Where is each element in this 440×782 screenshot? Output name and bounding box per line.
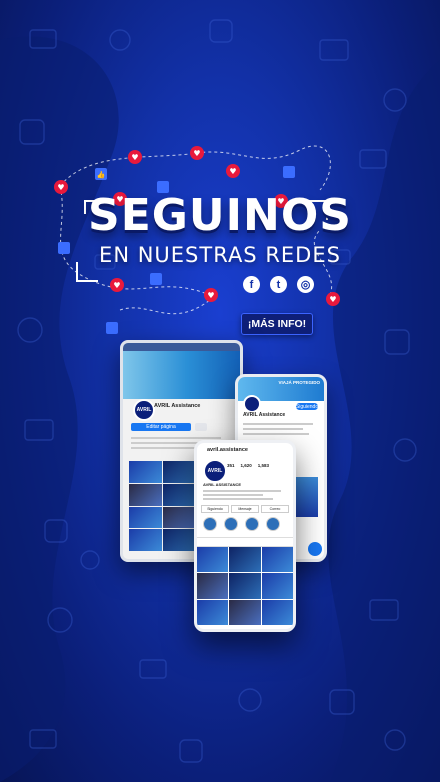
facebook-cover-image [123,351,240,399]
heart-icon: ♥ [128,150,142,164]
divider [131,442,201,444]
story-highlight[interactable] [224,517,238,531]
svg-text:♥: ♥ [207,291,214,300]
instagram-action-buttons: Siguiendo Mensaje Correo [201,505,289,513]
facebook-more-button[interactable] [195,423,207,431]
promo-poster: ♥ ♥ ♥ ♥ ♥ ♥ ♥ ♥ ♥ 👍 SEGUINOS EN NUESTRAS… [0,0,440,782]
divider [131,437,221,439]
twitter-compose-button[interactable] [306,540,324,558]
twitter-avatar [243,395,261,413]
twitter-post-image [294,477,318,517]
story-highlight[interactable] [203,517,217,531]
instagram-avatar: AVRIL [203,459,227,483]
svg-text:♥: ♥ [113,281,120,290]
stat-posts: 351 [227,463,235,468]
stat-followers: 1,620 [240,463,252,468]
message-button[interactable]: Mensaje [231,505,259,513]
twitter-profile-name: AVRIL Assistance [243,412,286,418]
facebook-page-name: AVRIL Assistance [154,403,201,409]
like-icon [106,322,118,334]
like-icon [283,166,295,178]
instagram-username: avril.assistance [207,447,248,453]
svg-text:♥: ♥ [131,153,138,162]
divider [203,494,263,496]
instagram-stats: 351 1,620 1,583 [227,463,269,468]
heart-icon: ♥ [190,146,204,160]
instagram-highlights [203,517,280,531]
like-icon: 👍 [95,168,107,180]
heart-icon: ♥ [110,278,124,292]
heart-icon: ♥ [204,288,218,302]
instagram-tab-bar[interactable] [197,537,293,547]
heart-icon: ♥ [226,164,240,178]
twitter-follow-button[interactable]: Siguiendo [296,403,318,410]
instagram-photo-grid [197,547,293,625]
twitter-cover-text: VIAJÁ PROTEGIDO [278,380,320,385]
svg-text:👍: 👍 [97,170,106,179]
stat-following: 1,583 [257,463,270,468]
divider [203,490,281,492]
phone-instagram-mockup: avril.assistance AVRIL 351 1,620 1,583 A… [194,440,296,632]
divider [243,428,303,430]
headline-title: SEGUINOS [88,190,352,241]
svg-text:♥: ♥ [193,149,200,158]
headline: SEGUINOS EN NUESTRAS REDES [0,190,440,267]
facebook-avatar: AVRIL [133,399,155,421]
headline-subtitle: EN NUESTRAS REDES [99,243,341,267]
social-links: f t ◎ [243,276,314,293]
divider [243,433,309,435]
svg-text:♥: ♥ [229,167,236,176]
like-icon [150,273,162,285]
svg-text:♥: ♥ [329,295,336,304]
divider [203,498,273,500]
more-info-button[interactable]: ¡MÁS INFO! [241,313,313,335]
twitter-icon[interactable]: t [270,276,287,293]
facebook-icon[interactable]: f [243,276,260,293]
following-button[interactable]: Siguiendo [201,505,229,513]
story-highlight[interactable] [245,517,259,531]
divider [243,423,313,425]
facebook-topbar [123,343,240,351]
instagram-display-name: AVRIL ASSISTANCE [203,482,242,487]
email-button[interactable]: Correo [261,505,289,513]
instagram-icon[interactable]: ◎ [297,276,314,293]
facebook-manage-button[interactable]: Editar página [131,423,191,431]
heart-icon: ♥ [326,292,340,306]
story-highlight[interactable] [266,517,280,531]
